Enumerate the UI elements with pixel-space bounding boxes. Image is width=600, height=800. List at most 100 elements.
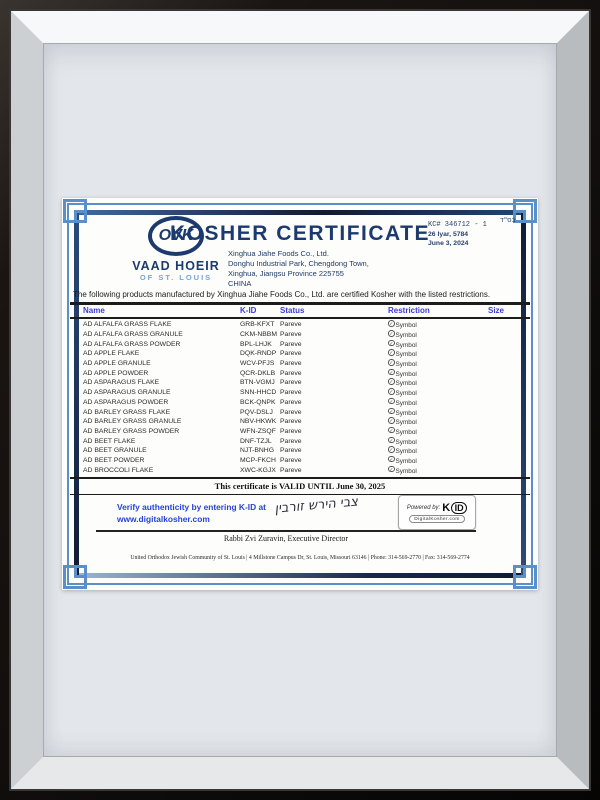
product-status: Pareve [280, 457, 388, 464]
divider [70, 477, 530, 479]
product-restriction: ✓Symbol [388, 388, 488, 397]
matte: OVK VAAD HOEIR OF ST. LOUIS KOSHER CERTI… [43, 43, 557, 757]
restriction-label: Symbol [396, 448, 417, 455]
product-name: AD BEET FLAKE [83, 438, 240, 445]
product-status: Pareve [280, 389, 388, 396]
table-row: AD BARLEY GRASS POWDER WFN-ZSQF Pareve ✓… [70, 427, 530, 437]
check-circle-icon: ✓ [388, 466, 395, 473]
col-header-status: Status [280, 306, 388, 315]
product-status: Pareve [280, 370, 388, 377]
check-circle-icon: ✓ [388, 398, 395, 405]
check-circle-icon: ✓ [388, 446, 395, 453]
product-restriction: ✓Symbol [388, 330, 488, 339]
product-name: AD ALFALFA GRASS POWDER [83, 341, 240, 348]
table-row: AD BEET FLAKE DNF-TZJL Pareve ✓Symbol [70, 436, 530, 446]
certificate-content: OVK VAAD HOEIR OF ST. LOUIS KOSHER CERTI… [62, 198, 538, 590]
product-restriction: ✓Symbol [388, 427, 488, 436]
col-header-kid: K-ID [240, 306, 280, 315]
restriction-label: Symbol [396, 468, 417, 475]
framed-certificate-photo: OVK VAAD HOEIR OF ST. LOUIS KOSHER CERTI… [0, 0, 600, 800]
product-status: Pareve [280, 438, 388, 445]
frame-bevel: OVK VAAD HOEIR OF ST. LOUIS KOSHER CERTI… [11, 11, 589, 789]
table-row: AD BARLEY GRASS GRANULE NBV-HKWK Pareve … [70, 417, 530, 427]
certificate-number: KC# 346712 - 1 [428, 221, 520, 230]
restriction-label: Symbol [396, 322, 417, 329]
kid-badge: Powered by: K ID DigitalKosher.com [398, 495, 476, 530]
product-status: Pareve [280, 428, 388, 435]
table-row: AD ASPARAGUS FLAKE BTN-VGMJ Pareve ✓Symb… [70, 378, 530, 388]
product-restriction: ✓Symbol [388, 446, 488, 455]
product-restriction: ✓Symbol [388, 417, 488, 426]
certificate-meta: KC# 346712 - 1 26 Iyar, 5784 June 3, 202… [428, 221, 520, 248]
product-restriction: ✓Symbol [388, 456, 488, 465]
product-status: Pareve [280, 379, 388, 386]
signatory-name: Rabbi Zvi Zuravin, Executive Director [96, 534, 476, 543]
check-circle-icon: ✓ [388, 427, 395, 434]
check-circle-icon: ✓ [388, 320, 395, 327]
product-kid: BPL-LHJK [240, 341, 280, 348]
product-name: AD APPLE FLAKE [83, 350, 240, 357]
product-name: AD APPLE GRANULE [83, 360, 240, 367]
company-name: Xinghua Jiahe Foods Co., Ltd. [228, 249, 369, 259]
product-kid: NJT-BNHG [240, 447, 280, 454]
product-kid: BCK-QNPK [240, 399, 280, 406]
company-country: CHINA [228, 279, 369, 289]
product-status: Pareve [280, 350, 388, 357]
product-restriction: ✓Symbol [388, 340, 488, 349]
product-name: AD BARLEY GRASS FLAKE [83, 409, 240, 416]
product-name: AD BEET GRANULE [83, 447, 240, 454]
table-row: AD BEET GRANULE NJT-BNHG Pareve ✓Symbol [70, 446, 530, 456]
product-name: AD APPLE POWDER [83, 370, 240, 377]
product-status: Pareve [280, 418, 388, 425]
table-row: AD BROCCOLI FLAKE XWC-KGJX Pareve ✓Symbo… [70, 465, 530, 475]
certificate-footer: United Orthodox Jewish Community of St. … [80, 555, 520, 561]
product-restriction: ✓Symbol [388, 320, 488, 329]
restriction-label: Symbol [396, 342, 417, 349]
product-kid: GRB-KFXT [240, 321, 280, 328]
product-status: Pareve [280, 409, 388, 416]
check-circle-icon: ✓ [388, 456, 395, 463]
product-restriction: ✓Symbol [388, 369, 488, 378]
rabbi-signature: צבי הירש זורבין [237, 491, 398, 520]
hebrew-date: 26 Iyar, 5784 [428, 230, 520, 239]
check-circle-icon: ✓ [388, 388, 395, 395]
table-row: AD APPLE POWDER QCR-DKLB Pareve ✓Symbol [70, 368, 530, 378]
check-circle-icon: ✓ [388, 437, 395, 444]
table-row: AD ASPARAGUS GRANULE SNN-HHCD Pareve ✓Sy… [70, 388, 530, 398]
product-status: Pareve [280, 399, 388, 406]
check-circle-icon: ✓ [388, 378, 395, 385]
product-name: AD ASPARAGUS POWDER [83, 399, 240, 406]
product-status: Pareve [280, 341, 388, 348]
kid-logo-icon: K ID [442, 502, 467, 514]
restriction-label: Symbol [396, 390, 417, 397]
col-header-restriction: Restriction [388, 306, 488, 315]
restriction-label: Symbol [396, 332, 417, 339]
product-kid: SNN-HHCD [240, 389, 280, 396]
product-status: Pareve [280, 447, 388, 454]
product-kid: BTN-VGMJ [240, 379, 280, 386]
signature-line [96, 530, 476, 532]
company-address-2: Xinghua, Jiangsu Province 225755 [228, 269, 369, 279]
restriction-label: Symbol [396, 410, 417, 417]
product-status: Pareve [280, 331, 388, 338]
product-kid: DNF-TZJL [240, 438, 280, 445]
product-name: AD BARLEY GRASS GRANULE [83, 418, 240, 425]
check-circle-icon: ✓ [388, 417, 395, 424]
company-address-block: Xinghua Jiahe Foods Co., Ltd. Donghu Ind… [228, 249, 369, 289]
kid-logo-id: ID [451, 502, 467, 514]
product-name: AD BARLEY GRASS POWDER [83, 428, 240, 435]
product-status: Pareve [280, 360, 388, 367]
product-name: AD ALFALFA GRASS GRANULE [83, 331, 240, 338]
kid-logo-k: K [442, 502, 450, 514]
restriction-label: Symbol [396, 458, 417, 465]
product-name: AD ASPARAGUS GRANULE [83, 389, 240, 396]
org-subname: OF ST. LOUIS [120, 273, 232, 282]
check-circle-icon: ✓ [388, 359, 395, 366]
product-restriction: ✓Symbol [388, 398, 488, 407]
table-row: AD ALFALFA GRASS GRANULE CKM-NBBM Pareve… [70, 330, 530, 340]
restriction-label: Symbol [396, 439, 417, 446]
product-kid: XWC-KGJX [240, 467, 280, 474]
table-row: AD BEET POWDER MCP-FKCH Pareve ✓Symbol [70, 456, 530, 466]
col-header-size: Size [488, 306, 522, 315]
check-circle-icon: ✓ [388, 369, 395, 376]
